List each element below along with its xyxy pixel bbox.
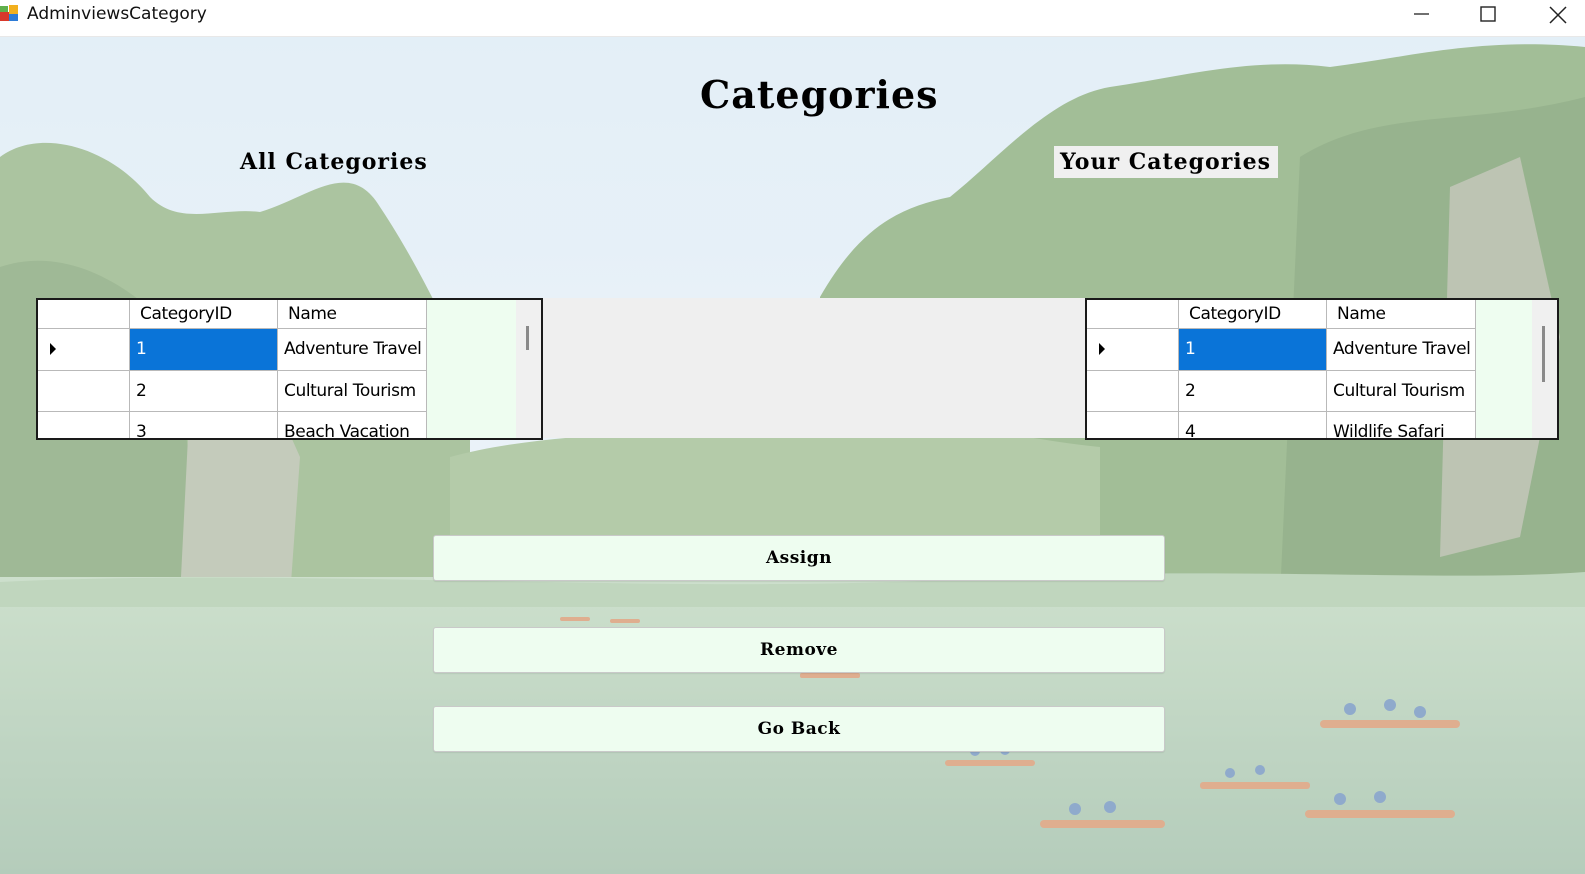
minimize-icon bbox=[1414, 13, 1429, 15]
table-row[interactable]: 2 Cultural Tourism bbox=[38, 371, 428, 412]
cell-name[interactable]: Cultural Tourism bbox=[278, 371, 427, 412]
row-header[interactable] bbox=[1087, 412, 1179, 438]
row-pointer-icon bbox=[50, 343, 56, 355]
row-header[interactable] bbox=[38, 371, 130, 412]
row-header[interactable] bbox=[38, 412, 130, 438]
column-header-categoryid[interactable]: CategoryID bbox=[130, 300, 278, 329]
column-header-name[interactable]: Name bbox=[278, 300, 427, 329]
remove-button[interactable]: Remove bbox=[433, 627, 1165, 673]
maximize-button[interactable] bbox=[1458, 0, 1518, 30]
go-back-button[interactable]: Go Back bbox=[433, 706, 1165, 752]
table-row[interactable]: 1 Adventure Travel bbox=[1087, 329, 1477, 371]
minimize-button[interactable] bbox=[1392, 0, 1452, 30]
column-header-name[interactable]: Name bbox=[1327, 300, 1476, 329]
row-header-corner bbox=[1087, 300, 1179, 329]
table-row[interactable]: 1 Adventure Travel bbox=[38, 329, 428, 371]
grid-header-row: CategoryID Name bbox=[1087, 300, 1477, 329]
cell-categoryid[interactable]: 2 bbox=[130, 371, 278, 412]
close-icon bbox=[1549, 6, 1567, 24]
table-row[interactable]: 2 Cultural Tourism bbox=[1087, 371, 1477, 412]
scrollbar-thumb[interactable] bbox=[1542, 326, 1545, 382]
your-categories-grid[interactable]: CategoryID Name 1 Adventure Travel 2 Cul… bbox=[1085, 298, 1559, 440]
assign-button[interactable]: Assign bbox=[433, 535, 1165, 581]
cell-name[interactable]: Wildlife Safari bbox=[1327, 412, 1476, 438]
cell-categoryid[interactable]: 1 bbox=[130, 329, 278, 371]
row-pointer-icon bbox=[1099, 343, 1105, 355]
maximize-icon bbox=[1480, 6, 1496, 22]
table-row[interactable]: 4 Wildlife Safari bbox=[1087, 412, 1477, 438]
all-categories-grid[interactable]: CategoryID Name 1 Adventure Travel 2 Cul… bbox=[36, 298, 543, 440]
page-title: Categories bbox=[700, 72, 939, 117]
cell-categoryid[interactable]: 2 bbox=[1179, 371, 1327, 412]
your-categories-heading: Your Categories bbox=[1054, 146, 1279, 178]
row-header[interactable] bbox=[1087, 329, 1179, 371]
cell-name[interactable]: Adventure Travel bbox=[1327, 329, 1476, 371]
scrollbar-thumb[interactable] bbox=[526, 326, 529, 350]
row-header-corner bbox=[38, 300, 130, 329]
column-header-categoryid[interactable]: CategoryID bbox=[1179, 300, 1327, 329]
vertical-scrollbar[interactable] bbox=[1532, 300, 1557, 438]
window-title: AdminviewsCategory bbox=[27, 4, 207, 24]
middle-panel bbox=[543, 298, 1088, 438]
title-bar: AdminviewsCategory bbox=[0, 0, 1585, 37]
cell-name[interactable]: Cultural Tourism bbox=[1327, 371, 1476, 412]
cell-name[interactable]: Adventure Travel bbox=[278, 329, 427, 371]
table-row[interactable]: 3 Beach Vacation bbox=[38, 412, 428, 438]
row-header[interactable] bbox=[38, 329, 130, 371]
close-button[interactable] bbox=[1527, 0, 1585, 30]
cell-categoryid[interactable]: 4 bbox=[1179, 412, 1327, 438]
cell-name[interactable]: Beach Vacation bbox=[278, 412, 427, 438]
all-categories-heading: All Categories bbox=[240, 149, 428, 175]
cell-categoryid[interactable]: 3 bbox=[130, 412, 278, 438]
grid-header-row: CategoryID Name bbox=[38, 300, 428, 329]
app-icon bbox=[0, 3, 18, 23]
vertical-scrollbar[interactable] bbox=[516, 300, 541, 438]
row-header[interactable] bbox=[1087, 371, 1179, 412]
cell-categoryid[interactable]: 1 bbox=[1179, 329, 1327, 371]
